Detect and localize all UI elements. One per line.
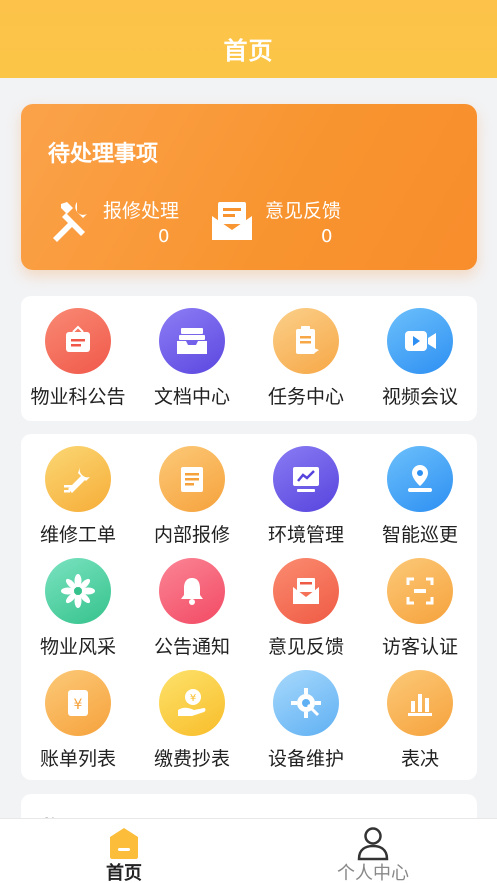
svg-text:¥: ¥ bbox=[74, 697, 83, 713]
flower-icon bbox=[45, 558, 111, 624]
service-item-vote[interactable]: 表决 bbox=[363, 658, 477, 770]
service-item-label: 访客认证 bbox=[381, 636, 458, 658]
bar-chart-icon bbox=[387, 670, 453, 736]
wrench-icon bbox=[45, 446, 111, 512]
home-icon bbox=[110, 828, 138, 859]
service-item-patrol[interactable]: 智能巡更 bbox=[363, 434, 477, 546]
quick-item-video[interactable]: 视频会议 bbox=[363, 296, 477, 408]
top-bar: 首页 bbox=[0, 0, 497, 78]
location-pin-icon bbox=[387, 446, 453, 512]
service-item-announcement[interactable]: 公告通知 bbox=[135, 546, 249, 658]
service-item-label: 维修工单 bbox=[39, 524, 116, 546]
page-title: 首页 bbox=[223, 37, 274, 65]
quick-item-label: 文档中心 bbox=[153, 386, 230, 408]
service-item-label: 智能巡更 bbox=[381, 524, 458, 546]
pending-tasks-card: 待处理事项 报修处理 0 意见反馈 0 bbox=[21, 104, 477, 270]
gear-wrench-icon bbox=[273, 670, 339, 736]
service-item-label: 公告通知 bbox=[153, 636, 230, 658]
service-item-label: 内部报修 bbox=[153, 524, 230, 546]
quick-item-label: 任务中心 bbox=[267, 386, 344, 408]
video-camera-icon bbox=[387, 308, 453, 374]
tab-home-label: 首页 bbox=[106, 863, 142, 883]
tab-profile[interactable]: 个人中心 bbox=[249, 819, 497, 883]
quick-item-docs[interactable]: 文档中心 bbox=[135, 296, 249, 408]
pending-repair-item[interactable]: 报修处理 0 bbox=[47, 194, 217, 254]
service-item-label: 意见反馈 bbox=[267, 636, 344, 658]
quick-item-tasks[interactable]: 任务中心 bbox=[249, 296, 363, 408]
quick-item-label: 视频会议 bbox=[381, 386, 458, 408]
user-icon bbox=[357, 827, 389, 861]
inbox-tray-icon bbox=[159, 308, 225, 374]
service-item-visitor[interactable]: 访客认证 bbox=[363, 546, 477, 658]
service-item-style[interactable]: 物业风采 bbox=[21, 546, 135, 658]
pending-feedback-item[interactable]: 意见反馈 0 bbox=[209, 194, 379, 254]
services-card: 维修工单 内部报修 环境管理 智能巡更 物业风采 公告通知 意见反馈 访客认证 … bbox=[21, 434, 477, 780]
service-item-label: 设备维护 bbox=[267, 748, 344, 770]
service-item-label: 环境管理 bbox=[267, 524, 344, 546]
scan-frame-icon bbox=[387, 558, 453, 624]
pending-tasks-title: 待处理事项 bbox=[48, 142, 159, 167]
monitor-chart-icon bbox=[273, 446, 339, 512]
bell-icon bbox=[159, 558, 225, 624]
repair-board-icon bbox=[159, 446, 225, 512]
service-item-label: 表决 bbox=[400, 748, 439, 770]
service-item-environment[interactable]: 环境管理 bbox=[249, 434, 363, 546]
service-item-label: 物业风采 bbox=[39, 636, 116, 658]
coin-hand-icon: ¥ bbox=[159, 670, 225, 736]
service-item-equipment[interactable]: 设备维护 bbox=[249, 658, 363, 770]
service-item-label: 缴费抄表 bbox=[153, 748, 230, 770]
service-item-bills[interactable]: ¥ 账单列表 bbox=[21, 658, 135, 770]
pending-repair-count: 0 bbox=[158, 226, 170, 247]
service-item-feedback[interactable]: 意见反馈 bbox=[249, 546, 363, 658]
pending-feedback-count: 0 bbox=[321, 226, 333, 247]
service-item-internal-repair[interactable]: 内部报修 bbox=[135, 434, 249, 546]
quick-item-label: 物业科公告 bbox=[30, 386, 126, 408]
envelope-icon bbox=[212, 202, 252, 240]
pending-repair-label: 报修处理 bbox=[103, 200, 180, 222]
quick-entry-card: 物业科公告 文档中心 任务中心 视频会议 bbox=[21, 296, 477, 421]
service-item-repair-order[interactable]: 维修工单 bbox=[21, 434, 135, 546]
tab-home[interactable]: 首页 bbox=[0, 819, 248, 883]
notice-icon bbox=[45, 308, 111, 374]
bill-icon: ¥ bbox=[45, 670, 111, 736]
tools-icon bbox=[53, 202, 87, 242]
clipboard-icon bbox=[273, 308, 339, 374]
service-item-payment[interactable]: ¥ 缴费抄表 bbox=[135, 658, 249, 770]
quick-item-notice[interactable]: 物业科公告 bbox=[21, 296, 135, 408]
envelope-icon bbox=[273, 558, 339, 624]
svg-text:¥: ¥ bbox=[190, 693, 196, 704]
service-item-label: 账单列表 bbox=[39, 748, 116, 770]
bottom-tab-bar: 首页 个人中心 bbox=[0, 818, 497, 883]
tab-profile-label: 个人中心 bbox=[337, 863, 409, 883]
pending-feedback-label: 意见反馈 bbox=[265, 200, 342, 222]
